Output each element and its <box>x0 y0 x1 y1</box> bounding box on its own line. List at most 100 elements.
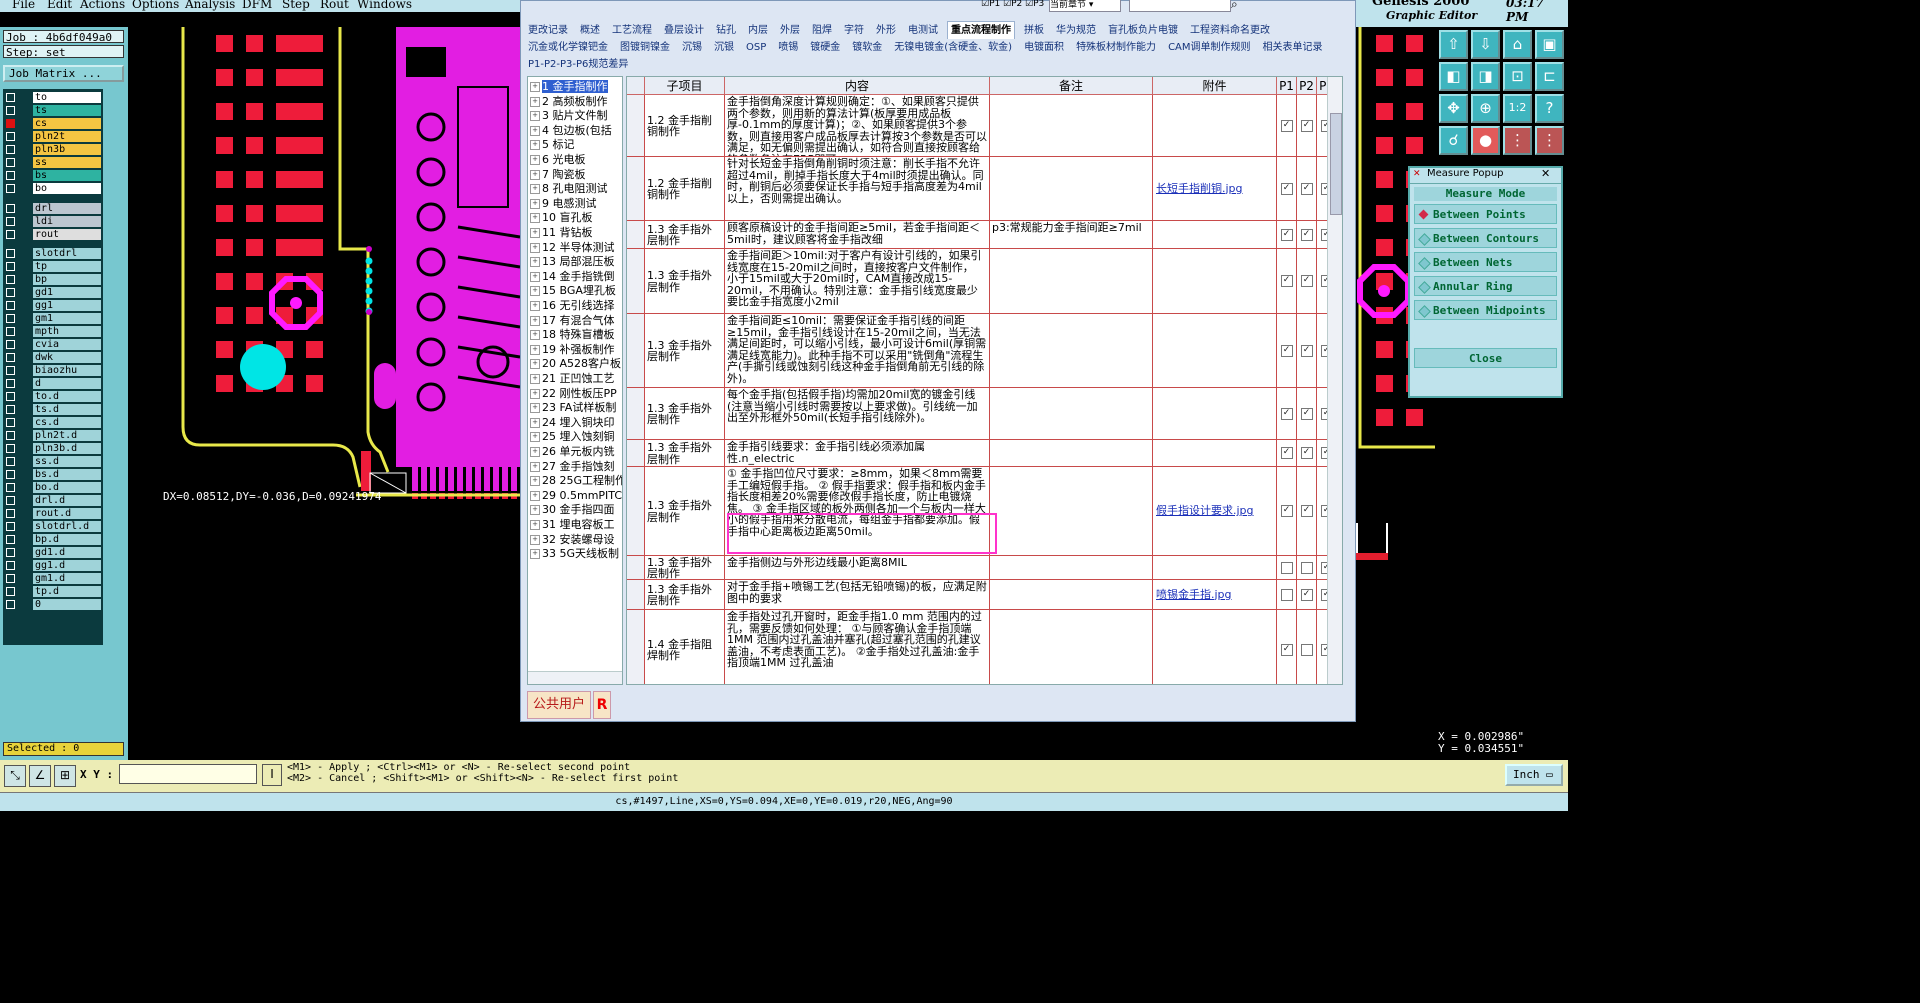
layer-row[interactable]: rout.d <box>3 507 103 520</box>
layer-checkbox[interactable] <box>6 158 15 167</box>
unit-select[interactable]: Inch ▭ <box>1505 764 1563 786</box>
layer-row[interactable]: gd1.d <box>3 546 103 559</box>
tab-item[interactable]: 概述 <box>577 22 603 39</box>
menu-file[interactable]: File <box>12 0 35 11</box>
tab-item[interactable]: 喷锡 <box>775 39 801 56</box>
tree-item[interactable]: +33 5G天线板制 <box>530 547 619 561</box>
row-selector[interactable] <box>627 467 645 555</box>
tab-item[interactable]: OSP <box>743 39 769 56</box>
tree-hscroll[interactable] <box>528 671 622 684</box>
row-selector[interactable] <box>627 388 645 439</box>
tool-snap-icon[interactable]: ⊏ <box>1535 62 1564 91</box>
tree-item[interactable]: +29 0.5mmPITCH <box>530 489 622 503</box>
row-checkbox[interactable]: ✓ <box>1300 182 1313 195</box>
expand-icon[interactable]: + <box>530 403 540 414</box>
row-checkbox[interactable]: ✓ <box>1280 182 1293 195</box>
tree-item[interactable]: +16 无引线选择 <box>530 299 615 313</box>
row-checkbox[interactable]: ✓ <box>1280 275 1293 287</box>
tree-item[interactable]: +26 单元板内铣 <box>530 445 615 459</box>
tree-item[interactable]: +27 金手指蚀刻 <box>530 460 615 474</box>
expand-icon[interactable]: + <box>530 374 540 384</box>
layer-row[interactable]: pln2t <box>3 130 103 143</box>
tree-item[interactable]: +5 标记 <box>530 138 575 152</box>
expand-icon[interactable]: + <box>530 520 540 530</box>
layer-row[interactable]: bp <box>3 273 103 286</box>
mode-between-nets[interactable]: Between Nets <box>1414 252 1557 272</box>
row-checkbox[interactable]: ✓ <box>1300 447 1313 459</box>
layer-checkbox[interactable] <box>6 457 15 466</box>
table-row[interactable]: 1.3 金手指外层制作 ① 金手指凹位尺寸要求：≥8mm，如果＜8mm需要手工编短… <box>627 467 1342 556</box>
tree-item[interactable]: +9 电感测试 <box>530 197 597 211</box>
tab-item[interactable]: 镀软金 <box>849 39 885 56</box>
tab-item[interactable]: 叠层设计 <box>661 22 707 39</box>
tool-layers-icon[interactable]: ⋮ <box>1535 126 1564 155</box>
mode-between-midpoints[interactable]: Between Midpoints <box>1414 300 1557 320</box>
layer-checkbox[interactable] <box>6 93 15 102</box>
tab-item[interactable]: 字符 <box>841 22 867 39</box>
tab-item[interactable]: 拼板 <box>1021 22 1047 39</box>
tab-item[interactable]: 相关表单记录 <box>1260 39 1326 56</box>
layer-row[interactable]: bs.d <box>3 468 103 481</box>
layer-checkbox[interactable] <box>6 483 15 492</box>
expand-icon[interactable]: + <box>530 388 540 399</box>
tree-item[interactable]: +19 补强板制作 <box>530 343 615 357</box>
tree-item[interactable]: +10 盲孔板 <box>530 211 593 225</box>
tool-net-icon[interactable]: ⋮ <box>1503 126 1532 155</box>
tree-item[interactable]: +14 金手指铣倒 <box>530 270 615 284</box>
layer-row[interactable]: bo.d <box>3 481 103 494</box>
layer-row[interactable]: mpth <box>3 325 103 338</box>
tree-item[interactable]: +23 FA试样板制 <box>530 401 616 415</box>
angle-icon[interactable]: ∠ <box>29 765 51 787</box>
expand-icon[interactable]: + <box>530 242 540 253</box>
tree-item[interactable]: +3 贴片文件制 <box>530 109 608 123</box>
expand-icon[interactable]: + <box>530 490 540 501</box>
layer-checkbox[interactable] <box>6 444 15 453</box>
layer-row[interactable]: slotdrl <box>3 247 103 260</box>
layer-checkbox[interactable] <box>6 496 15 505</box>
table-row[interactable]: 1.2 金手指削铜制作 针对长短金手指倒角削铜时须注意：削长手指不允许超过4mil… <box>627 157 1342 221</box>
layer-row[interactable]: gd1 <box>3 286 103 299</box>
snap-icon[interactable]: ⤡ <box>4 765 26 787</box>
tab-item[interactable]: 阻焊 <box>809 22 835 39</box>
tab-item[interactable]: 华为规范 <box>1053 22 1099 39</box>
column-header[interactable]: 内容 <box>725 77 990 95</box>
tool-help-icon[interactable]: ? <box>1535 94 1564 123</box>
cell-attachment-link[interactable]: 长短手指削铜.jpg <box>1153 157 1277 220</box>
layer-checkbox[interactable] <box>6 145 15 154</box>
expand-icon[interactable]: + <box>530 505 540 516</box>
layer-row[interactable]: gg1 <box>3 299 103 312</box>
cursor-icon[interactable]: I <box>262 764 282 786</box>
expand-icon[interactable]: + <box>530 155 540 165</box>
layer-row[interactable]: to <box>3 91 103 104</box>
row-checkbox[interactable] <box>1280 588 1293 601</box>
layer-checkbox[interactable] <box>6 171 15 180</box>
layer-row[interactable]: ts.d <box>3 403 103 416</box>
row-checkbox[interactable]: ✓ <box>1300 275 1313 287</box>
row-selector[interactable] <box>627 556 645 579</box>
table-row[interactable]: 1.3 金手指外层制作 金手指引线要求：金手指引线必须添加属性.n_electri… <box>627 440 1342 467</box>
expand-icon[interactable]: + <box>530 359 540 370</box>
row-selector[interactable] <box>627 157 645 220</box>
row-checkbox[interactable]: ✓ <box>1280 228 1293 241</box>
expand-icon[interactable]: + <box>530 169 540 180</box>
tab-item[interactable]: CAM调单制作规则 <box>1165 39 1253 56</box>
layer-checkbox[interactable] <box>6 587 15 596</box>
expand-icon[interactable]: + <box>530 534 540 545</box>
layer-checkbox[interactable] <box>6 327 15 336</box>
table-row[interactable]: 1.4 金手指阻焊制作 金手指处过孔开窗时，距金手指1.0 mm 范围内的过孔，需… <box>627 610 1342 684</box>
row-checkbox[interactable]: ✓ <box>1280 407 1293 420</box>
tab-item[interactable]: 钻孔 <box>713 22 739 39</box>
measure-dismiss-icon[interactable]: ✕ <box>1541 167 1550 180</box>
tool-zoom-area-icon[interactable]: ⊡ <box>1503 62 1532 91</box>
menu-analysis[interactable]: Analysis <box>185 0 235 11</box>
layer-row[interactable]: drl.d <box>3 494 103 507</box>
layer-checkbox[interactable] <box>6 405 15 414</box>
tool-load-icon[interactable]: ⇩ <box>1471 30 1500 59</box>
menu-actions[interactable]: Actions <box>80 0 125 11</box>
row-selector[interactable] <box>627 249 645 313</box>
tab-item[interactable]: 电测试 <box>905 22 941 39</box>
row-selector[interactable] <box>627 221 645 248</box>
layer-checkbox[interactable] <box>6 548 15 557</box>
layer-row[interactable]: d <box>3 377 103 390</box>
layer-row[interactable]: tp.d <box>3 585 103 598</box>
